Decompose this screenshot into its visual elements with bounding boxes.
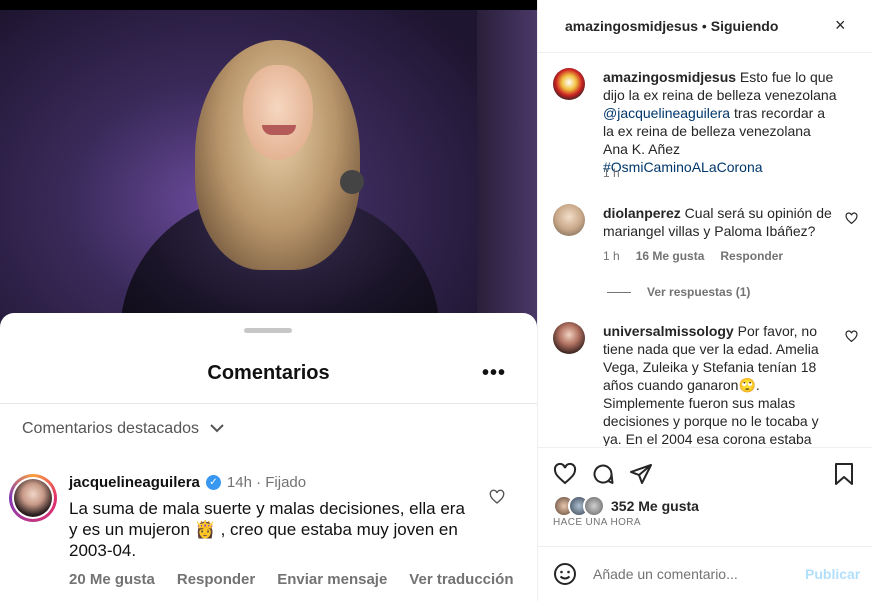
princess-emoji-icon: 👸 [194,520,216,539]
reply-button[interactable]: Responder [720,249,783,263]
comment-bubble-icon[interactable] [591,462,615,491]
following-button[interactable]: Siguiendo [711,18,779,34]
chevron-down-icon [209,420,225,438]
post-header-text: amazingosmidjesus • Siguiendo [565,18,778,34]
filter-label: Comentarios destacados [22,420,199,437]
divider [537,447,872,448]
likes-summary[interactable]: 352 Me gusta [553,495,699,517]
comment-actions: 20 Me gusta Responder Enviar mensaje Ver… [69,571,514,588]
mouth-shape [262,125,296,135]
list-item: universalmissology Por favor, no tiene n… [603,322,833,446]
comment-meta: 14h · Fijado [226,474,307,491]
comment-time: 1 h [603,249,620,263]
sheet-divider [0,403,537,404]
avatar[interactable] [553,322,585,354]
avatar[interactable] [553,204,585,236]
comment-likes[interactable]: 16 Me gusta [636,249,705,263]
mention-link[interactable]: @jacquelineaguilera [603,105,730,121]
microphone-shape [340,170,364,194]
avatar[interactable] [14,479,52,517]
caption-time: 1 h [603,166,620,180]
emoji-icon[interactable] [553,562,577,591]
comment-likes[interactable]: 20 Me gusta [69,571,155,588]
avatar [583,495,605,517]
header-username[interactable]: amazingosmidjesus [565,18,698,34]
header-separator: • [698,18,711,34]
caption-username[interactable]: amazingosmidjesus [603,69,736,85]
stage-background [477,10,537,330]
close-icon[interactable]: × [835,15,846,36]
avatar[interactable] [553,68,585,100]
comment-username[interactable]: jacquelineaguilera [69,474,200,491]
sheet-grab-handle[interactable] [244,328,292,333]
likes-count[interactable]: 352 Me gusta [611,498,699,514]
divider [537,546,872,547]
sheet-title: Comentarios [207,362,330,384]
send-message-button[interactable]: Enviar mensaje [277,571,387,588]
heart-icon[interactable] [845,212,858,230]
share-send-icon[interactable] [629,462,653,491]
replies-line [607,291,631,293]
face-shape [243,65,313,160]
heart-icon[interactable] [845,330,858,348]
reply-button[interactable]: Responder [177,571,255,588]
list-item: diolanperez Cual será su opinión de mari… [603,204,843,240]
post-timestamp: HACE UNA HORA [553,517,641,528]
comments-filter-dropdown[interactable]: Comentarios destacados [22,420,225,438]
comment-username[interactable]: diolanperez [603,205,681,221]
like-heart-icon[interactable] [553,462,577,491]
comment-text: Por favor, no tiene nada que ver la edad… [603,323,819,446]
comment-meta: 1 h 16 Me gusta Responder [603,249,783,263]
bookmark-icon[interactable] [833,462,855,491]
more-options-button[interactable]: ••• [482,362,506,385]
comment-text: La suma de mala suerte y malas decisione… [69,498,474,561]
publish-button[interactable]: Publicar [805,566,860,582]
comment-username[interactable]: universalmissology [603,323,734,339]
view-replies-button[interactable]: Ver respuestas (1) [607,285,750,299]
heart-icon[interactable] [489,489,505,510]
view-replies-label: Ver respuestas (1) [647,285,751,299]
translate-button[interactable]: Ver traducción [409,571,513,588]
video-frame[interactable] [0,10,537,330]
comment-header: jacquelineaguilera ✓ 14h · Fijado [69,474,306,491]
hashtag-link[interactable]: #OsmiCaminoALaCorona [603,159,763,175]
post-actions [553,462,653,491]
post-caption: amazingosmidjesus Esto fue lo que dijo l… [603,68,838,176]
add-comment-input[interactable]: Añade un comentario... [593,566,738,582]
verified-badge-icon: ✓ [205,475,221,490]
